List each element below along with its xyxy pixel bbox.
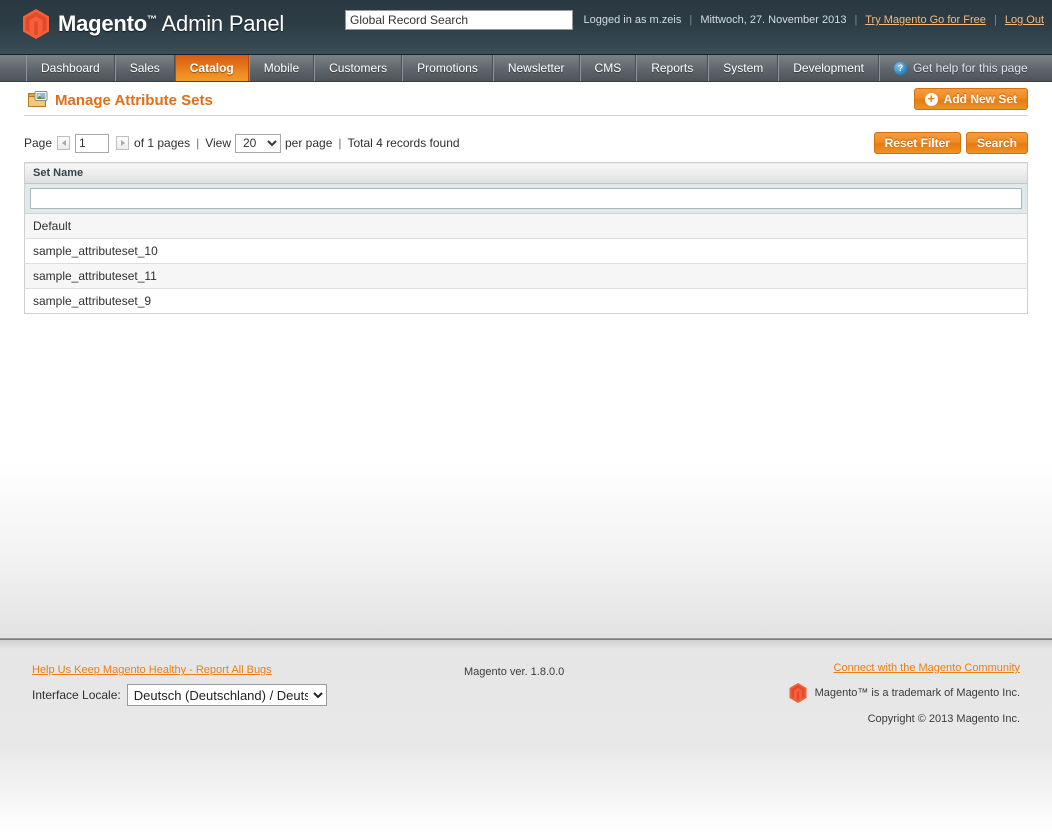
header-account-info: Logged in as m.zeis | Mittwoch, 27. Nove… — [583, 14, 1044, 26]
nav-item-reports[interactable]: Reports — [636, 55, 709, 81]
per-page-label: per page — [285, 136, 333, 150]
nav-item-promotions[interactable]: Promotions — [402, 55, 493, 81]
per-page-select[interactable]: 20 — [235, 133, 281, 153]
interface-locale-row: Interface Locale: Deutsch (Deutschland) … — [32, 684, 327, 706]
search-label: Search — [976, 136, 1017, 150]
add-new-set-button[interactable]: + Add New Set — [913, 88, 1028, 110]
chevron-right-icon — [120, 140, 125, 146]
copyright-text: Copyright © 2013 Magento Inc. — [867, 713, 1020, 725]
nav-item-newsletter[interactable]: Newsletter — [492, 55, 580, 81]
nav-item-dashboard[interactable]: Dashboard — [26, 55, 115, 81]
records-found-label: Total 4 records found — [347, 136, 460, 150]
nav-item-get-help[interactable]: ? Get help for this page — [878, 55, 1042, 81]
grid-filter-row — [24, 183, 1028, 214]
admin-header: Magento™ Admin Panel Logged in as m.zeis… — [0, 0, 1052, 55]
table-row[interactable]: sample_attributeset_9 — [24, 288, 1028, 314]
nav-label: Customers — [329, 61, 388, 75]
next-page-button[interactable] — [116, 136, 130, 150]
nav-item-system[interactable]: System — [708, 55, 779, 81]
plus-circle-icon: + — [924, 92, 938, 106]
grid-actions: Reset Filter Search — [873, 132, 1028, 154]
attribute-set-icon — [28, 91, 48, 107]
cell-set-name[interactable]: sample_attributeset_10 — [24, 238, 1028, 264]
nav-label: System — [723, 61, 764, 75]
magento-logo-icon — [23, 9, 49, 39]
header-separator-1: | — [689, 14, 693, 26]
column-header-set-name[interactable]: Set Name — [24, 162, 1028, 184]
header-separator-3: | — [993, 14, 997, 26]
logo-trademark: ™ — [147, 14, 157, 26]
cell-set-name[interactable]: sample_attributeset_9 — [24, 288, 1028, 314]
page-number-input[interactable] — [75, 133, 110, 153]
search-button[interactable]: Search — [965, 132, 1028, 154]
view-label: View — [205, 136, 231, 150]
magento-version-label: Magento ver. 1.8.0.0 — [464, 666, 565, 678]
global-search-input[interactable] — [345, 10, 573, 30]
attribute-set-grid: Set Name Default sample_attributeset_10 … — [24, 162, 1028, 314]
log-out-link[interactable]: Log Out — [1005, 14, 1044, 26]
magento-logo[interactable]: Magento™ Admin Panel — [22, 9, 284, 39]
table-row[interactable]: sample_attributeset_10 — [24, 238, 1028, 264]
grid-header-row: Set Name — [24, 162, 1028, 184]
header-separator-2: | — [854, 14, 858, 26]
reset-filter-label: Reset Filter — [884, 136, 950, 150]
logged-in-as-label: Logged in as m.zeis — [583, 14, 682, 26]
pager-separator-1: | — [196, 136, 200, 150]
trademark-text: Magento™ is a trademark of Magento Inc. — [814, 687, 1020, 699]
page-header: Manage Attribute Sets + Add New Set — [24, 82, 1028, 116]
nav-label: Mobile — [263, 61, 300, 75]
nav-label: Get help for this page — [912, 61, 1028, 75]
logo-text: Magento™ Admin Panel — [58, 11, 284, 37]
magento-logo-icon — [789, 683, 807, 703]
admin-footer: Help Us Keep Magento Healthy - Report Al… — [0, 640, 1052, 834]
page-content: Manage Attribute Sets + Add New Set Page… — [0, 82, 1052, 638]
trademark-row: Magento™ is a trademark of Magento Inc. — [789, 683, 1020, 703]
try-magento-go-link[interactable]: Try Magento Go for Free — [865, 14, 986, 26]
pager-separator-2: | — [338, 136, 342, 150]
logo-text-bold: Magento — [58, 11, 148, 36]
add-new-set-label: Add New Set — [943, 92, 1017, 106]
previous-page-button[interactable] — [57, 136, 71, 150]
nav-label: Dashboard — [41, 61, 100, 75]
cell-set-name[interactable]: Default — [24, 213, 1028, 239]
nav-item-cms[interactable]: CMS — [579, 55, 637, 81]
grid-pager: Page of 1 pages | View 20 per page | Tot… — [24, 130, 1028, 156]
nav-label: Reports — [651, 61, 694, 75]
nav-item-catalog[interactable]: Catalog — [174, 55, 249, 81]
nav-label: Newsletter — [507, 61, 565, 75]
nav-label: Promotions — [417, 61, 478, 75]
page-title-label: Manage Attribute Sets — [55, 91, 213, 109]
grid-head: Set Name — [24, 162, 1028, 184]
nav-item-mobile[interactable]: Mobile — [248, 55, 315, 81]
table-row[interactable]: Default — [24, 213, 1028, 239]
nav-item-sales[interactable]: Sales — [114, 55, 175, 81]
set-name-filter-input[interactable] — [30, 188, 1022, 209]
nav-label: Catalog — [189, 61, 234, 75]
interface-locale-label: Interface Locale: — [32, 688, 121, 702]
nav-label: Development — [793, 61, 864, 75]
nav-label: CMS — [594, 61, 622, 75]
report-bugs-link[interactable]: Help Us Keep Magento Healthy - Report Al… — [32, 664, 272, 676]
cell-set-name[interactable]: sample_attributeset_11 — [24, 263, 1028, 289]
page-title: Manage Attribute Sets — [28, 91, 213, 109]
main-navigation: Dashboard Sales Catalog Mobile Customers… — [0, 55, 1052, 82]
nav-item-customers[interactable]: Customers — [314, 55, 403, 81]
table-row[interactable]: sample_attributeset_11 — [24, 263, 1028, 289]
logo-text-light: Admin Panel — [156, 11, 285, 36]
filter-cell-set-name — [24, 183, 1028, 214]
footer-right-block: Connect with the Magento Community Magen… — [789, 662, 1020, 725]
current-date-label: Mittwoch, 27. November 2013 — [700, 14, 847, 26]
nav-label: Sales — [129, 61, 160, 75]
nav-item-development[interactable]: Development — [778, 55, 879, 81]
grid-body: Default sample_attributeset_10 sample_at… — [24, 183, 1028, 314]
reset-filter-button[interactable]: Reset Filter — [873, 132, 961, 154]
community-link[interactable]: Connect with the Magento Community — [834, 662, 1020, 674]
attribute-set-grid-container: Page of 1 pages | View 20 per page | Tot… — [24, 116, 1028, 314]
interface-locale-select[interactable]: Deutsch (Deutschland) / Deutsch — [126, 684, 327, 706]
footer-left-block: Help Us Keep Magento Healthy - Report Al… — [32, 662, 327, 706]
of-pages-label: of 1 pages — [134, 136, 191, 150]
chevron-left-icon — [61, 140, 66, 146]
page-label: Page — [24, 136, 53, 150]
question-mark-icon: ? — [893, 61, 907, 75]
